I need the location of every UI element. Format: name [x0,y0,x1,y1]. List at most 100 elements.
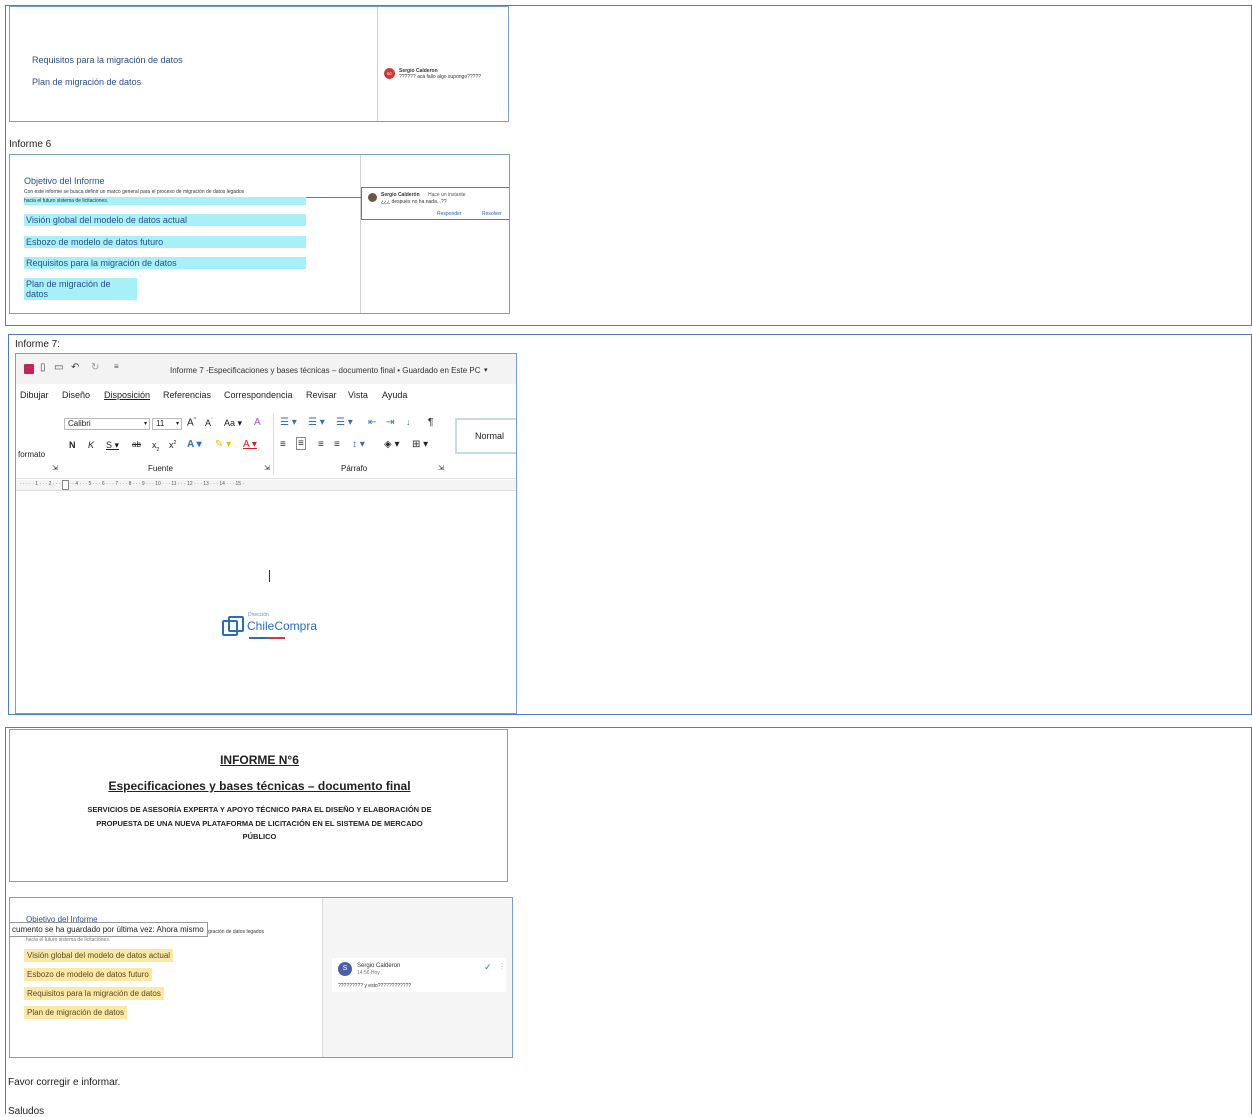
borders-icon[interactable]: ⊞ ▾ [412,439,428,450]
comment-card[interactable]: S Sergio Calderon 14:56 Hoy ✓ ⋮ ????????… [332,958,506,992]
dialog-launcher-icon[interactable]: ⇲ [52,464,58,472]
increase-indent-icon[interactable]: ⇥ [386,417,394,428]
numbering-icon[interactable]: ☰ ▾ [308,417,325,428]
font-size-select[interactable]: 11 ▾ [152,418,182,430]
align-center-icon[interactable]: ≡ [296,437,306,450]
screenshot-informe-6-comment: Objetivo del Informe igración de datos l… [9,897,513,1058]
tab-diseno[interactable]: Diseño [62,390,90,400]
superscript-icon[interactable]: x2 [169,440,176,450]
comment-text: ????????? y esto???????????? [338,983,412,989]
comment-pane-divider [377,7,378,121]
italic-icon[interactable]: K [88,440,94,450]
pilcrow-icon[interactable]: ¶ [428,417,433,428]
align-left-icon[interactable]: ≡ [280,439,286,450]
toc-item-highlighted: Plan de migración de datos [24,1006,127,1019]
document-page[interactable]: Dirección ChileCompra [16,504,516,713]
text-cursor [269,570,270,582]
open-icon[interactable]: ▭ [54,362,63,373]
ribbon: formato Calibri ▾ 11 ▾ A^ Aˇ Aa ▾ A N K … [16,410,516,479]
change-case-icon[interactable]: Aa ▾ [224,418,242,429]
toc-item: Requisitos para la migración de datos [32,55,183,65]
tab-disposicion[interactable]: Disposición [104,390,150,400]
highlight-icon[interactable]: ✎ ▾ [215,439,231,450]
ruler[interactable]: · · · · · 1 · · · 2 · · · 3 · · · 4 · · … [16,480,516,491]
resolve-button[interactable]: Resolver [482,211,502,217]
tab-ayuda[interactable]: Ayuda [382,390,407,400]
comment-text: ?????? acá fallo algo supongo????? [399,74,482,80]
comment-author: Sergio Calderon [357,963,401,969]
redo-icon[interactable]: ↻ [91,362,99,373]
multilevel-list-icon[interactable]: ☰ ▾ [336,417,353,428]
new-doc-icon[interactable]: ▯ [40,362,46,373]
sort-icon[interactable]: ↓ [406,417,411,427]
indent-marker[interactable] [62,480,69,490]
undo-icon[interactable]: ↶ [71,362,79,373]
shrink-font-icon[interactable]: Aˇ [205,418,213,428]
bullets-icon[interactable]: ☰ ▾ [280,417,297,428]
avatar: S [338,962,352,976]
customize-toolbar-icon[interactable]: ≡ [114,362,119,371]
group-label-parrafo: Párrafo [341,464,368,473]
document-description: SERVICIOS DE ASESORÍA EXPERTA Y APOYO TÉ… [87,805,432,814]
line-spacing-icon[interactable]: ↕ ▾ [352,439,365,450]
save-icon[interactable] [24,364,34,374]
comment-text: ¿¿¿ después no ha nada...?? [381,199,447,205]
ribbon-tabs: Dibujar Diseño Disposición Referencias C… [16,390,516,406]
chilecompra-logo: Dirección ChileCompra [219,612,329,642]
document-description: PROPUESTA DE UNA NUEVA PLATAFORMA DE LIC… [96,819,423,828]
comment-meta: Hace un instante [428,192,466,198]
logo-underline [249,637,267,639]
text-effects-icon[interactable]: A ▾ [187,439,202,450]
more-options-icon[interactable]: ⋮ [498,962,506,971]
email-signoff: Saludos [8,1106,45,1117]
reply-button[interactable]: Responder [437,211,461,217]
ruler-ticks: · · · · · 1 · · · 2 · · · 3 · · · 4 · · … [20,481,245,487]
logo-underline [267,637,285,639]
comment-author: Sergio Calderón [381,192,420,198]
format-painter-label[interactable]: formato [18,450,45,459]
chevron-down-icon: ▾ [175,421,179,427]
font-name-select[interactable]: Calibri ▾ [64,418,150,430]
check-icon[interactable]: ✓ [484,962,492,973]
align-right-icon[interactable]: ≡ [318,439,324,450]
tab-dibujar[interactable]: Dibujar [20,390,49,400]
font-color-icon[interactable]: A ▾ [243,439,257,450]
dialog-launcher-icon[interactable]: ⇲ [438,464,444,472]
document-title: INFORME N°6 [220,753,299,767]
screenshot-document-cover: INFORME N°6 Especificaciones y bases téc… [9,729,508,882]
toc-item-highlighted: Esbozo de modelo de datos futuro [24,968,152,981]
section-label: Informe 7: [15,339,61,350]
chevron-down-icon[interactable]: ▾ [484,366,488,374]
section-heading: Objetivo del Informe [24,176,105,186]
comment-card[interactable]: Sergio Calderón Hace un instante ¿¿¿ des… [361,187,509,220]
logo-small-text: Dirección [248,612,269,618]
paragraph: Con este informe se busca definir un mar… [24,189,245,195]
subscript-icon[interactable]: x2 [152,440,159,453]
tab-referencias[interactable]: Referencias [163,390,211,400]
underline-icon[interactable]: S ▾ [106,440,119,451]
style-normal[interactable]: Normal [455,418,516,454]
decrease-indent-icon[interactable]: ⇤ [368,417,376,428]
paragraph: hacia el futuro sistema de licitaciones. [26,937,111,943]
tab-vista[interactable]: Vista [348,390,368,400]
screenshot-informe-5: Requisitos para la migración de datos Pl… [9,6,509,122]
bold-icon[interactable]: N [69,440,76,450]
dialog-launcher-icon[interactable]: ⇲ [264,464,270,472]
tab-correspondencia[interactable]: Correspondencia [224,390,293,400]
strikethrough-icon[interactable]: ab [132,440,141,449]
comment-pane-divider [360,155,361,313]
toc-item: Plan de migración de datos [32,77,142,87]
group-divider [273,414,274,474]
document-subtitle: Especificaciones y bases técnicas – docu… [108,779,411,793]
logo-main-text: ChileCompra [247,619,318,633]
document-title[interactable]: Informe 7 -Especificaciones y bases técn… [170,366,481,375]
comment-time: 14:56 Hoy [357,970,380,976]
tab-revisar[interactable]: Revisar [306,390,337,400]
email-body-text: Favor corregir e informar. [8,1077,121,1088]
paragraph: igración de datos legados [207,929,264,935]
justify-icon[interactable]: ≡ [334,439,340,450]
shading-icon[interactable]: ◈ ▾ [384,439,400,450]
clear-format-icon[interactable]: A [254,417,261,428]
grow-font-icon[interactable]: A^ [187,417,196,428]
group-label-fuente: Fuente [148,464,173,473]
